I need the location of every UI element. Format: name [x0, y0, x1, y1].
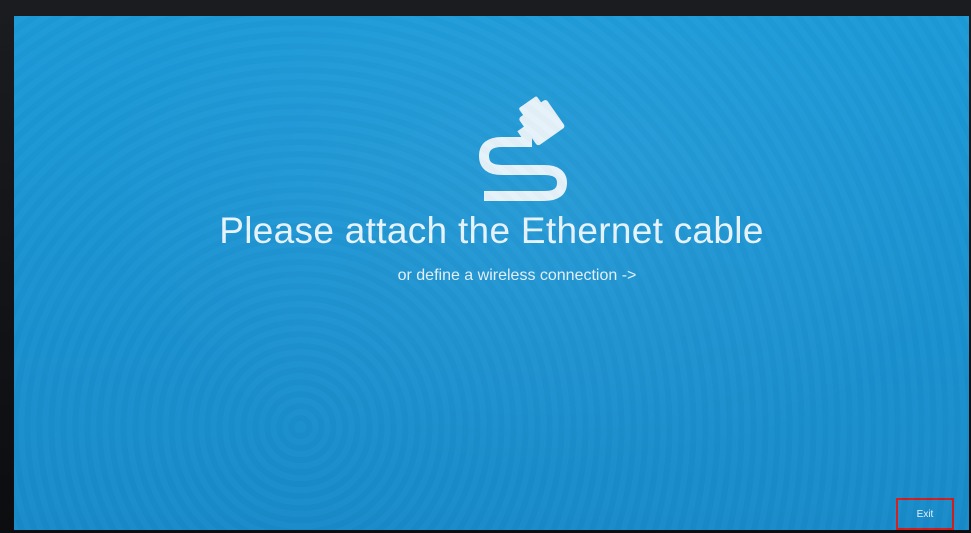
ethernet-cable-icon [462, 90, 582, 202]
network-setup-screen: Please attach the Ethernet cable or defi… [14, 16, 969, 530]
page-title: Please attach the Ethernet cable [219, 210, 764, 251]
monitor-bezel: Please attach the Ethernet cable or defi… [0, 0, 971, 533]
wireless-connection-link[interactable]: or define a wireless connection -> [14, 267, 969, 285]
exit-button[interactable]: Exit [896, 498, 954, 530]
